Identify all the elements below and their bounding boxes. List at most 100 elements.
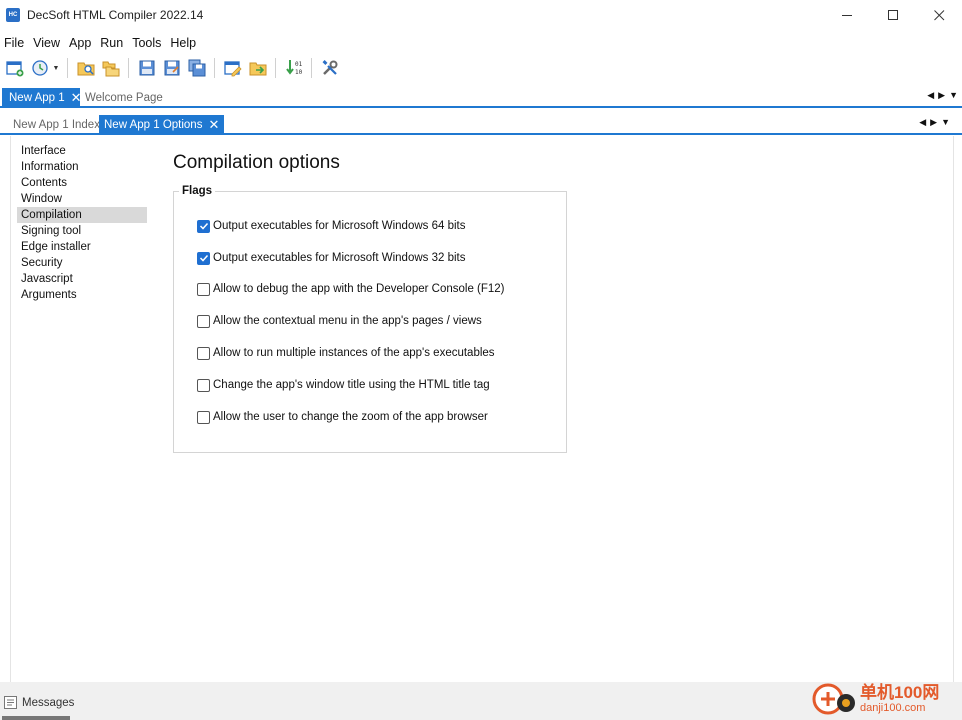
maximize-button[interactable] <box>870 0 916 30</box>
title-bar: HC DecSoft HTML Compiler 2022.14 <box>0 0 962 30</box>
flag-label: Output executables for Microsoft Windows… <box>213 252 466 264</box>
checkbox-unchecked[interactable] <box>197 346 210 360</box>
flag-windows-32[interactable]: Output executables for Microsoft Windows… <box>197 250 465 266</box>
tab-scroll-controls: ◀ ▶ ▼ <box>927 90 958 101</box>
open-folder-icon <box>102 61 119 77</box>
tab-welcome-page[interactable]: Welcome Page <box>80 88 168 106</box>
compile-button[interactable]: 01 10 <box>283 57 305 79</box>
checkbox-unchecked[interactable] <box>197 282 210 296</box>
edit-page-icon <box>223 61 242 77</box>
save-as-button[interactable] <box>161 57 183 79</box>
flag-browser-zoom[interactable]: Allow the user to change the zoom of the… <box>197 409 488 425</box>
sidenav-item-interface[interactable]: Interface <box>17 143 147 159</box>
tab-new-app-1[interactable]: New App 1 ✕ <box>2 88 87 106</box>
toolbar-separator <box>67 58 68 78</box>
scroll-left-icon[interactable]: ◀ <box>919 117 926 128</box>
flag-developer-console[interactable]: Allow to debug the app with the Develope… <box>197 281 505 297</box>
close-button[interactable] <box>916 0 962 30</box>
checkmark-icon <box>199 222 208 230</box>
export-button[interactable] <box>247 57 269 79</box>
flag-windows-64[interactable]: Output executables for Microsoft Windows… <box>197 218 465 234</box>
sidenav-item-compilation[interactable]: Compilation <box>17 207 147 223</box>
messages-icon <box>4 696 17 709</box>
flag-label: Allow the user to change the zoom of the… <box>213 411 488 423</box>
flag-label: Output executables for Microsoft Windows… <box>213 220 466 232</box>
edit-page-button[interactable] <box>222 57 244 79</box>
sidenav-item-signing-tool[interactable]: Signing tool <box>17 223 147 239</box>
maximize-icon <box>887 9 898 20</box>
flags-group: Flags Output executables for Microsoft W… <box>173 185 567 453</box>
sidenav-item-javascript[interactable]: Javascript <box>17 271 147 287</box>
save-button[interactable] <box>136 57 158 79</box>
tab-label: New App 1 Options <box>104 118 203 131</box>
checkbox-unchecked[interactable] <box>197 378 210 392</box>
flag-contextual-menu[interactable]: Allow the contextual menu in the app's p… <box>197 313 482 329</box>
compile-icon: 0110 <box>285 60 303 76</box>
open-recent-dropdown[interactable]: ▼ <box>52 57 60 79</box>
tab-label: New App 1 <box>9 91 65 104</box>
flag-label: Allow the contextual menu in the app's p… <box>213 315 482 327</box>
tab-scroll-controls: ◀ ▶ ▼ <box>919 117 950 128</box>
watermark: 单机100网 danji100.com <box>812 678 962 720</box>
checkbox-unchecked[interactable] <box>197 314 210 328</box>
watermark-title: 单机100网 <box>860 683 940 702</box>
flag-multiple-instances[interactable]: Allow to run multiple instances of the a… <box>197 345 495 361</box>
scroll-right-icon[interactable]: ▶ <box>938 90 945 101</box>
document-tabs: New App 1 ✕ Welcome Page ◀ ▶ ▼ <box>0 88 962 108</box>
options-sidenav: Interface Information Contents Window Co… <box>17 143 147 303</box>
open-folder-button[interactable] <box>100 57 122 79</box>
save-all-icon <box>188 59 205 77</box>
sidenav-item-arguments[interactable]: Arguments <box>17 287 147 303</box>
watermark-url: danji100.com <box>860 702 926 714</box>
close-tab-icon[interactable]: ✕ <box>208 118 219 131</box>
save-icon <box>139 60 154 76</box>
menu-tools[interactable]: Tools <box>132 36 166 50</box>
flag-label: Change the app's window title using the … <box>213 379 490 391</box>
svg-text:10: 10 <box>295 69 303 76</box>
checkbox-checked[interactable] <box>197 251 210 265</box>
scroll-left-icon[interactable]: ◀ <box>927 90 934 101</box>
tab-new-app-1-index[interactable]: New App 1 Index <box>8 115 105 133</box>
open-recent-button[interactable] <box>29 57 51 79</box>
svg-text:01: 01 <box>295 61 303 68</box>
minimize-icon <box>841 14 852 16</box>
new-app-button[interactable] <box>4 57 26 79</box>
menu-view[interactable]: View <box>33 36 65 50</box>
minimize-button[interactable] <box>824 0 870 30</box>
find-button[interactable] <box>75 57 97 79</box>
checkbox-checked[interactable] <box>197 219 210 233</box>
open-recent-icon <box>31 60 48 76</box>
sidenav-item-contents[interactable]: Contents <box>17 175 147 191</box>
toolbar-separator <box>311 58 312 78</box>
toolbar: ▼ 01 10 <box>0 55 962 81</box>
new-app-icon <box>5 61 23 77</box>
flag-label: Allow to debug the app with the Develope… <box>213 283 505 295</box>
flag-window-title[interactable]: Change the app's window title using the … <box>197 377 490 393</box>
save-all-button[interactable] <box>186 57 208 79</box>
sidenav-item-edge-installer[interactable]: Edge installer <box>17 239 147 255</box>
tab-list-dropdown-icon[interactable]: ▼ <box>949 90 958 101</box>
find-icon <box>77 62 94 76</box>
sidenav-item-window[interactable]: Window <box>17 191 147 207</box>
menu-help[interactable]: Help <box>170 36 201 50</box>
menu-bar: File View App Run Tools Help <box>0 33 205 53</box>
export-icon <box>249 62 266 76</box>
messages-tab[interactable]: Messages <box>4 696 74 709</box>
checkbox-unchecked[interactable] <box>197 410 210 424</box>
sidenav-item-security[interactable]: Security <box>17 255 147 271</box>
page-tabs: New App 1 Index New App 1 Options ✕ ◀ ▶ … <box>0 115 962 135</box>
checkmark-icon <box>199 254 208 262</box>
scroll-right-icon[interactable]: ▶ <box>930 117 937 128</box>
window-title: DecSoft HTML Compiler 2022.14 <box>27 8 204 22</box>
sidenav-item-information[interactable]: Information <box>17 159 147 175</box>
watermark-logo-icon <box>812 679 856 719</box>
tab-new-app-1-options[interactable]: New App 1 Options ✕ <box>99 115 225 133</box>
menu-file[interactable]: File <box>4 36 29 50</box>
messages-tab-indicator <box>2 716 70 720</box>
toolbar-separator <box>214 58 215 78</box>
tools-settings-button[interactable] <box>319 57 341 79</box>
menu-run[interactable]: Run <box>100 36 128 50</box>
tab-label: Welcome Page <box>85 91 163 104</box>
tab-list-dropdown-icon[interactable]: ▼ <box>941 117 950 128</box>
menu-app[interactable]: App <box>69 36 96 50</box>
